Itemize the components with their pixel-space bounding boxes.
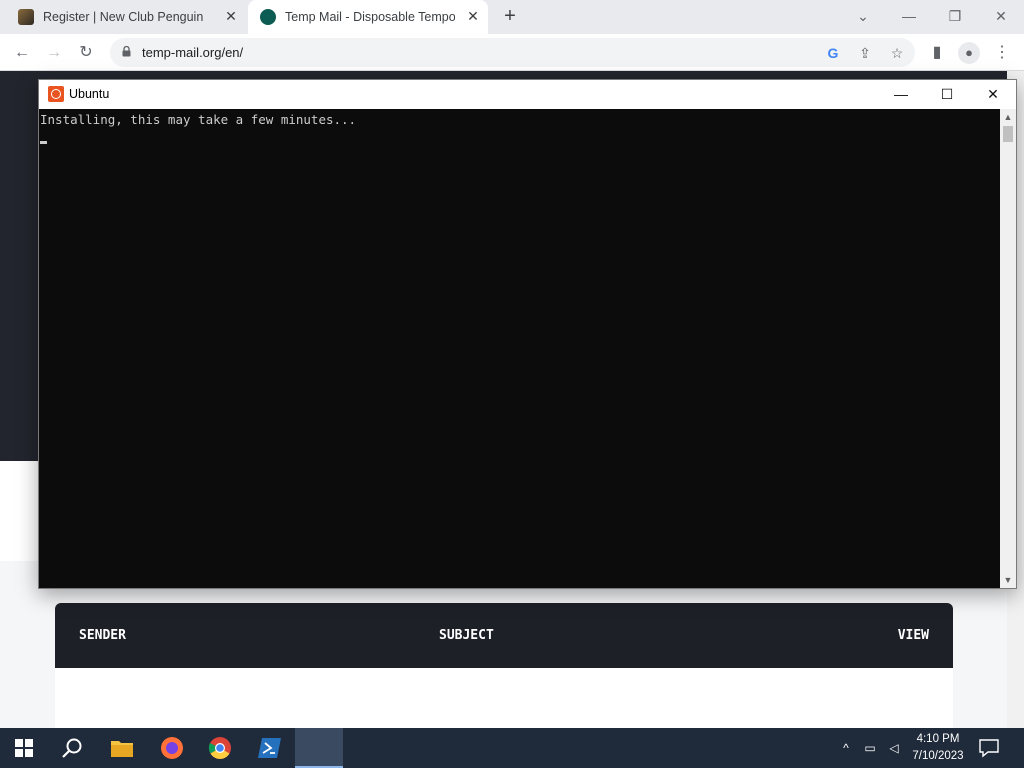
url-text: temp-mail.org/en/ xyxy=(142,45,244,60)
windows-taskbar: ^ ▭ ◁ 4:10 PM 7/10/2023 xyxy=(0,728,1024,768)
chrome-button[interactable] xyxy=(196,728,244,768)
terminal-maximize-icon[interactable]: ☐ xyxy=(924,80,970,109)
volume-muted-icon[interactable]: ◁ xyxy=(886,740,902,756)
google-icon[interactable]: G xyxy=(824,44,842,62)
inbox-header: SENDER SUBJECT VIEW xyxy=(55,603,953,668)
close-tab-icon[interactable]: ✕ xyxy=(224,9,238,23)
terminal-title: Ubuntu xyxy=(69,87,110,101)
column-sender: SENDER xyxy=(79,628,126,643)
close-window-icon[interactable]: ✕ xyxy=(991,6,1011,26)
terminal-titlebar[interactable]: Ubuntu — ☐ ✕ xyxy=(39,80,1016,109)
browser-toolbar: ← → ↻ temp-mail.org/en/ G ⇪ ☆ ▮ ● ⋮ xyxy=(0,34,1024,71)
taskbar-clock[interactable]: 4:10 PM 7/10/2023 xyxy=(905,731,971,765)
new-tab-plus-icon[interactable]: + xyxy=(500,6,520,26)
folder-icon xyxy=(111,741,133,757)
scroll-down-arrow-icon[interactable]: ▼ xyxy=(1000,572,1016,588)
firefox-button[interactable] xyxy=(148,728,196,768)
search-icon xyxy=(62,738,82,758)
ubuntu-logo-icon xyxy=(48,86,64,102)
text-cursor xyxy=(40,141,47,144)
restore-icon[interactable]: ❐ xyxy=(945,6,965,26)
side-panel-icon[interactable]: ▮ xyxy=(926,42,948,64)
ubuntu-terminal-window: Ubuntu — ☐ ✕ Installing, this may take a… xyxy=(38,79,1017,589)
column-subject: SUBJECT xyxy=(439,628,494,643)
tab-title: Register | New Club Penguin xyxy=(43,10,204,24)
profile-avatar-icon[interactable]: ● xyxy=(958,42,980,64)
browser-tabstrip: Register | New Club Penguin ✕ Temp Mail … xyxy=(0,0,1024,34)
terminal-close-icon[interactable]: ✕ xyxy=(970,80,1016,109)
address-bar[interactable]: temp-mail.org/en/ G ⇪ ☆ xyxy=(110,38,915,67)
file-explorer-button[interactable] xyxy=(98,728,146,768)
scroll-thumb[interactable] xyxy=(1003,126,1013,142)
firefox-icon xyxy=(161,737,183,759)
reload-icon[interactable]: ↻ xyxy=(75,42,97,64)
show-hidden-icons-chevron-icon[interactable]: ^ xyxy=(838,740,854,756)
search-button[interactable] xyxy=(48,728,96,768)
tab-club-penguin[interactable]: Register | New Club Penguin ✕ xyxy=(0,0,246,34)
minimize-icon[interactable]: — xyxy=(899,6,919,26)
inbox-list xyxy=(55,668,953,728)
back-arrow-icon[interactable]: ← xyxy=(11,42,33,64)
lock-icon xyxy=(122,46,131,57)
clock-time: 4:10 PM xyxy=(916,733,960,745)
terminal-minimize-icon[interactable]: — xyxy=(878,80,924,109)
column-view: VIEW xyxy=(897,628,929,643)
terminal-output[interactable]: Installing, this may take a few minutes.… xyxy=(39,109,1000,588)
temp-mail-favicon-icon xyxy=(260,9,276,25)
terminal-cursor-line xyxy=(40,129,1000,147)
powershell-icon xyxy=(258,738,281,758)
network-icon[interactable]: ▭ xyxy=(862,740,878,756)
powershell-button[interactable] xyxy=(246,728,294,768)
club-penguin-favicon-icon xyxy=(18,9,34,25)
tab-search-chevron-icon[interactable]: ⌄ xyxy=(853,6,873,26)
notification-center-icon[interactable] xyxy=(978,738,1000,758)
tab-temp-mail[interactable]: Temp Mail - Disposable Tempora ✕ xyxy=(248,0,488,34)
bookmark-star-icon[interactable]: ☆ xyxy=(888,44,906,62)
terminal-line: Installing, this may take a few minutes.… xyxy=(40,112,357,127)
ubuntu-taskbar-button[interactable] xyxy=(295,728,343,768)
menu-kebab-icon[interactable]: ⋮ xyxy=(991,42,1013,64)
share-icon[interactable]: ⇪ xyxy=(856,44,874,62)
scroll-up-arrow-icon[interactable]: ▲ xyxy=(1000,109,1016,125)
screen: Register | New Club Penguin ✕ Temp Mail … xyxy=(0,0,1024,768)
clock-date: 7/10/2023 xyxy=(912,750,964,762)
start-button[interactable] xyxy=(0,728,48,768)
terminal-scrollbar[interactable]: ▲ ▼ xyxy=(1000,109,1016,588)
windows-logo-icon xyxy=(15,739,33,757)
tab-title: Temp Mail - Disposable Tempora xyxy=(285,10,455,24)
chrome-icon xyxy=(208,737,231,759)
forward-arrow-icon[interactable]: → xyxy=(43,42,65,64)
close-tab-icon[interactable]: ✕ xyxy=(466,9,480,23)
